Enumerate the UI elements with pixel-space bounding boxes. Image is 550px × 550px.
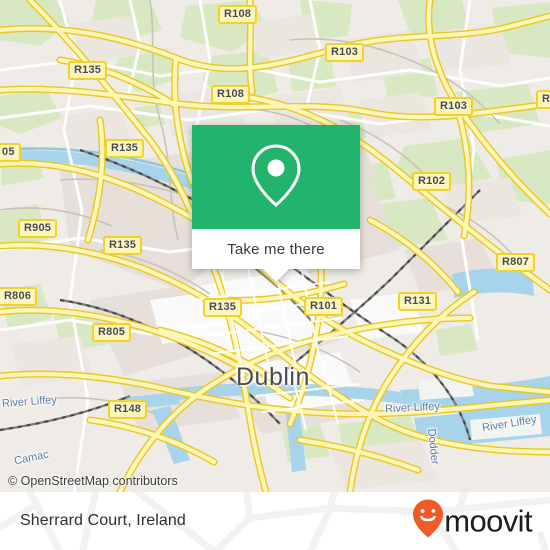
water-label: Camac [13, 448, 50, 468]
popup-pin-area [192, 125, 360, 229]
city-label: Dublin [236, 363, 310, 391]
moovit-logo[interactable]: moovit [413, 499, 533, 543]
map-attribution: © OpenStreetMap contributors [8, 474, 178, 488]
screenshot-root: R108 R103 R135 R108 R103 R1 R135 05 R102… [0, 0, 550, 550]
moovit-wordmark: moovit [444, 503, 532, 539]
map-pin-icon [249, 142, 303, 213]
popup-action-label: Take me there [227, 240, 325, 258]
moovit-pin-icon [413, 499, 444, 543]
water-label: Dodder [425, 428, 441, 466]
water-label: River Liffey [384, 400, 441, 416]
footer-bar: Sherrard Court, Ireland moovit [0, 492, 550, 550]
water-label: River Liffey [1, 394, 58, 410]
location-title: Sherrard Court, Ireland [20, 512, 186, 529]
popup-action-bar[interactable]: Take me there [192, 229, 360, 282]
map-canvas[interactable]: R108 R103 R135 R108 R103 R1 R135 05 R102… [0, 0, 550, 492]
take-me-there-popup[interactable]: Take me there [192, 125, 360, 282]
water-label: River Liffey [481, 413, 538, 435]
popup-pointer [263, 269, 289, 282]
